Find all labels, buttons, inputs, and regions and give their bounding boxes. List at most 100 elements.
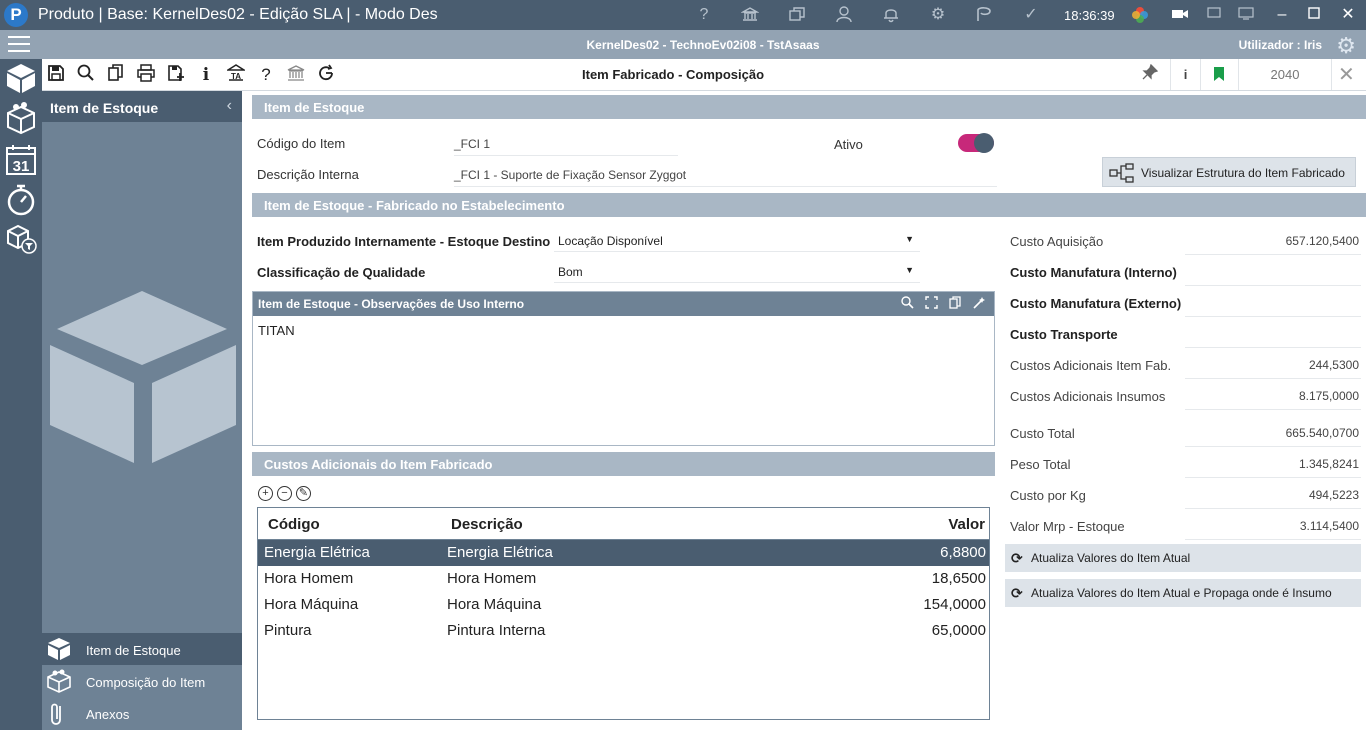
description-field[interactable]: _FCI 1 - Suporte de Fixação Sensor Zyggo… — [454, 168, 997, 187]
summary-label: Custo por Kg — [1010, 488, 1086, 503]
add-row-icon[interactable]: + — [258, 486, 273, 501]
check-icon[interactable]: ✓ — [1021, 5, 1041, 25]
edit-row-icon[interactable]: ✎ — [296, 486, 311, 501]
summary-label: Custo Aquisição — [1010, 234, 1104, 249]
destination-select[interactable]: Locação Disponível ▼ — [554, 230, 920, 252]
title-bar: P Produto | Base: KernelDes02 - Edição S… — [0, 0, 1366, 30]
copy-icon[interactable] — [949, 296, 962, 312]
column-header-description[interactable]: Descrição — [451, 516, 523, 533]
save-icon[interactable] — [45, 64, 67, 86]
destination-value: Locação Disponível — [558, 234, 663, 248]
summary-value[interactable] — [1185, 296, 1361, 317]
section-header-stock-item: Item de Estoque — [252, 95, 1366, 119]
save-as-icon[interactable] — [165, 64, 187, 86]
composition-module-icon[interactable] — [4, 101, 38, 135]
expand-icon[interactable] — [925, 296, 938, 312]
copy-icon[interactable] — [105, 64, 127, 86]
info-icon[interactable]: i — [195, 64, 217, 86]
summary-label: Peso Total — [1010, 457, 1071, 472]
help-question-icon[interactable]: ? — [255, 64, 277, 86]
nav-item-composition[interactable]: Composição do Item — [42, 665, 242, 697]
stock-filter-module-icon[interactable] — [4, 221, 38, 255]
internal-notes-text[interactable]: TITAN — [253, 316, 994, 345]
chevron-down-icon: ▼ — [905, 234, 914, 244]
quality-label: Classificação de Qualidade — [257, 265, 426, 280]
print-icon[interactable] — [135, 64, 157, 86]
calendar-module-icon[interactable]: 31 — [4, 143, 38, 177]
row-code: Energia Elétrica — [264, 544, 370, 561]
internal-notes-panel: Item de Estoque - Observações de Uso Int… — [252, 291, 995, 446]
row-description: Hora Máquina — [447, 596, 542, 613]
help-icon[interactable]: ? — [694, 5, 714, 25]
minimize-icon[interactable]: – — [1272, 5, 1292, 25]
bank-icon[interactable] — [740, 5, 760, 25]
nav-item-label: Anexos — [86, 707, 130, 722]
pin-icon[interactable] — [1142, 63, 1159, 85]
row-value: 65,0000 — [931, 622, 986, 639]
destination-label: Item Produzido Internamente - Estoque De… — [257, 234, 551, 249]
code-field[interactable]: _FCI 1 — [454, 137, 678, 156]
camera-icon[interactable] — [1170, 5, 1190, 25]
summary-label: Custos Adicionais Insumos — [1010, 389, 1166, 404]
row-code: Pintura — [264, 622, 312, 639]
summary-value: 494,5223 — [1185, 488, 1361, 509]
search-icon[interactable] — [75, 64, 97, 86]
row-code: Hora Máquina — [264, 596, 359, 613]
internal-notes-title: Item de Estoque - Observações de Uso Int… — [258, 297, 525, 311]
summary-value[interactable] — [1185, 327, 1361, 348]
current-user: Utilizador : Iris — [1238, 38, 1322, 52]
stock-item-module-icon[interactable] — [4, 61, 38, 95]
color-wheel-icon[interactable] — [1130, 5, 1150, 25]
code-label: Código do Item — [257, 136, 346, 151]
update-values-button[interactable]: ⟳ Atualiza Valores do Item Atual — [1005, 544, 1361, 572]
magic-wand-icon[interactable] — [973, 296, 986, 312]
close-window-icon[interactable]: ✕ — [1338, 5, 1358, 25]
active-toggle[interactable] — [958, 133, 994, 153]
close-form-icon[interactable]: ✕ — [1338, 62, 1355, 87]
institution-text-icon[interactable]: TA — [225, 64, 247, 86]
user-settings-gear-icon[interactable]: ⚙ — [1336, 33, 1356, 59]
stopwatch-module-icon[interactable] — [4, 183, 38, 217]
column-header-value[interactable]: Valor — [948, 516, 985, 533]
clock: 18:36:39 — [1064, 8, 1115, 23]
stock-item-illustration-icon — [50, 291, 236, 466]
paperclip-icon — [46, 701, 70, 725]
tablet-icon[interactable] — [1204, 5, 1224, 25]
row-value: 6,8800 — [940, 544, 986, 561]
column-header-code[interactable]: Código — [268, 516, 320, 533]
monitor-icon[interactable] — [1236, 5, 1256, 25]
user-icon[interactable] — [834, 5, 854, 25]
chat-icon[interactable] — [974, 5, 994, 25]
maximize-icon[interactable] — [1304, 5, 1324, 25]
update-propagate-button[interactable]: ⟳ Atualiza Valores do Item Atual e Propa… — [1005, 579, 1361, 607]
table-row[interactable]: Hora Máquina Hora Máquina 154,0000 — [258, 592, 989, 618]
table-row[interactable]: Hora Homem Hora Homem 18,6500 — [258, 566, 989, 592]
internal-notes-header: Item de Estoque - Observações de Uso Int… — [253, 292, 994, 316]
settings-icon[interactable]: ⚙ — [928, 5, 948, 25]
remove-row-icon[interactable]: − — [277, 486, 292, 501]
summary-label: Custo Transporte — [1010, 327, 1118, 342]
refresh-icon: ⟳ — [1011, 550, 1023, 566]
bookmark-button[interactable] — [1200, 59, 1236, 90]
summary-value: 3.114,5400 — [1185, 519, 1361, 540]
summary-label: Custo Manufatura (Externo) — [1010, 296, 1182, 311]
collapse-panel-icon[interactable]: ‹ — [227, 97, 232, 115]
summary-value[interactable] — [1185, 265, 1361, 286]
refresh-icon[interactable] — [315, 64, 337, 86]
bell-icon[interactable] — [881, 5, 901, 25]
view-structure-button[interactable]: Visualizar Estrutura do Item Fabricado — [1102, 157, 1356, 187]
search-icon[interactable] — [901, 296, 914, 312]
nav-item-stock[interactable]: Item de Estoque — [42, 633, 242, 665]
update-values-label: Atualiza Valores do Item Atual — [1031, 551, 1191, 565]
table-row[interactable]: Pintura Pintura Interna 65,0000 — [258, 618, 989, 644]
windows-icon[interactable] — [787, 5, 807, 25]
nav-item-label: Item de Estoque — [86, 643, 181, 658]
section-header-additional-costs: Custos Adicionais do Item Fabricado — [252, 452, 995, 476]
summary-label: Custo Total — [1010, 426, 1075, 441]
building-icon[interactable] — [285, 64, 307, 86]
info-button[interactable]: i — [1170, 59, 1200, 90]
table-row[interactable]: Energia Elétrica Energia Elétrica 6,8800 — [258, 540, 989, 566]
row-description: Energia Elétrica — [447, 544, 553, 561]
quality-select[interactable]: Bom ▼ — [554, 261, 920, 283]
nav-item-attachments[interactable]: Anexos — [42, 697, 242, 729]
